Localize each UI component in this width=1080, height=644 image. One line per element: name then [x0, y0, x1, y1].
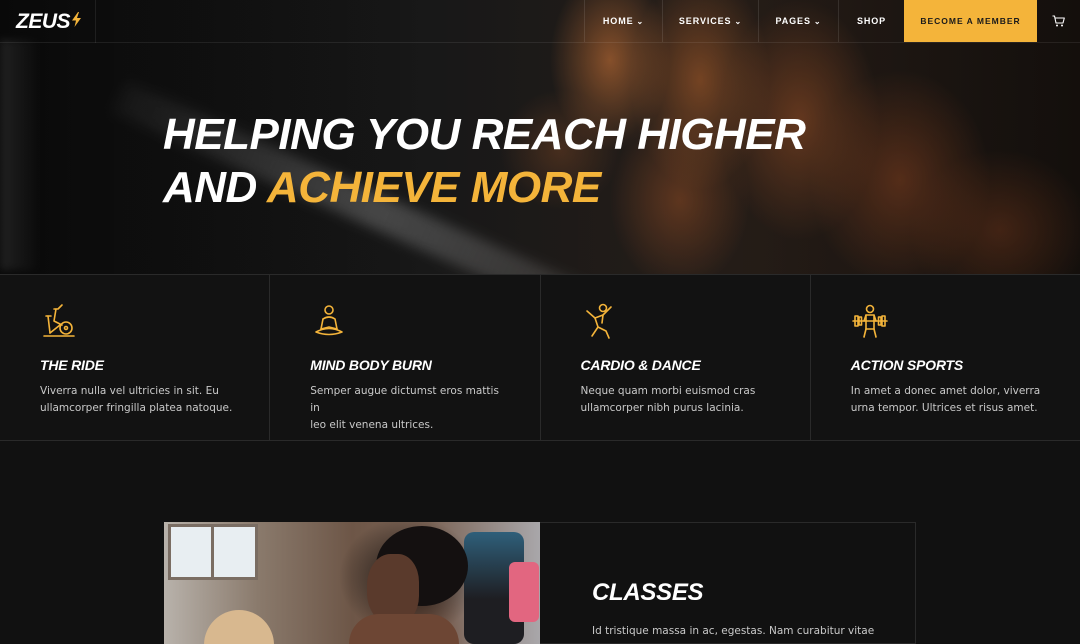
feature-title: THE RIDE	[40, 357, 104, 373]
main-nav: HOME ⌄ SERVICES ⌄ PAGES ⌄ SHOP BECOME A …	[584, 0, 1080, 42]
feature-description-line-2: ullamcorper fringilla platea natoque.	[40, 402, 233, 414]
feature-card-action-sports: ACTION SPORTS In amet a donec amet dolor…	[811, 275, 1080, 440]
chevron-down-icon: ⌄	[636, 16, 645, 26]
classes-panel: CLASSES Id tristique massa in ac, egesta…	[540, 522, 916, 644]
nav-item-label: PAGES	[775, 16, 811, 26]
features-section: THE RIDE Viverra nulla vel ultricies in …	[0, 274, 1080, 441]
feature-description-line-1: Neque quam morbi euismod cras	[580, 385, 756, 397]
nav-item-label: HOME	[602, 16, 634, 26]
feature-card-cardio-dance: CARDIO & DANCE Neque quam morbi euismod …	[541, 275, 811, 440]
nav-item-shop[interactable]: SHOP	[838, 0, 904, 42]
hero-title-prefix: AND	[163, 163, 257, 212]
person-body	[349, 614, 459, 644]
feature-card-mind-body-burn: MIND BODY BURN Semper augue dictumst ero…	[270, 275, 541, 440]
feature-description-line-1: Semper augue dictumst eros mattis in	[310, 385, 499, 414]
feature-description-line-2: ullamcorper nibh purus lacinia.	[580, 402, 744, 414]
exercise-bike-icon	[43, 304, 75, 337]
nav-item-label: SERVICES	[678, 16, 732, 26]
classes-title: CLASSES	[592, 579, 704, 606]
logo[interactable]: ZEUS	[0, 0, 96, 43]
nav-item-label: SHOP	[856, 16, 887, 26]
chevron-down-icon: ⌄	[734, 16, 743, 26]
lightning-bolt-icon	[71, 12, 82, 31]
dancer-icon	[585, 303, 612, 339]
window	[168, 524, 258, 580]
nav-item-home[interactable]: HOME ⌄	[584, 0, 662, 42]
person-photo-blur	[509, 562, 539, 622]
hero-title-accent: ACHIEVE MORE	[266, 163, 601, 212]
classes-description: Id tristique massa in ac, egestas. Nam c…	[592, 625, 875, 637]
feature-description-line-2: urna tempor. Ultrices et risus amet.	[850, 402, 1038, 414]
nav-item-pages[interactable]: PAGES ⌄	[758, 0, 838, 42]
cart-button[interactable]	[1037, 0, 1080, 42]
classes-section: CLASSES Id tristique massa in ac, egesta…	[164, 522, 916, 644]
feature-card-the-ride: THE RIDE Viverra nulla vel ultricies in …	[0, 275, 271, 440]
feature-description-line-1: In amet a donec amet dolor, viverra	[850, 385, 1041, 397]
feature-title: CARDIO & DANCE	[580, 357, 701, 373]
feature-description-line-2: leo elit venena ultrices.	[310, 419, 434, 431]
classes-photo	[164, 522, 540, 644]
weightlifter-icon	[851, 304, 888, 338]
cart-icon	[1052, 12, 1065, 31]
nav-item-services[interactable]: SERVICES ⌄	[662, 0, 758, 42]
hero-title: HELPING YOU REACH HIGHER AND ACHIEVE MOR…	[163, 108, 806, 214]
feature-description-line-1: Viverra nulla vel ultricies in sit. Eu	[40, 385, 219, 397]
chevron-down-icon: ⌄	[813, 16, 822, 26]
feature-title: ACTION SPORTS	[850, 357, 964, 373]
meditation-icon	[315, 305, 344, 336]
hero-title-line1: HELPING YOU REACH HIGHER	[163, 110, 806, 159]
feature-description: Viverra nulla vel ultricies in sit. Eu u…	[40, 383, 240, 417]
feature-title: MIND BODY BURN	[310, 357, 432, 373]
feature-description: In amet a donec amet dolor, viverra urna…	[851, 383, 1051, 417]
site-header: ZEUS HOME ⌄ SERVICES ⌄ PAGES ⌄ SHOP BECO…	[0, 0, 1080, 43]
logo-text: ZEUS	[16, 9, 71, 33]
become-member-button[interactable]: BECOME A MEMBER	[904, 0, 1037, 42]
feature-description: Semper augue dictumst eros mattis in leo…	[310, 383, 510, 434]
person-photo-blur	[204, 610, 274, 644]
feature-description: Neque quam morbi euismod cras ullamcorpe…	[581, 383, 781, 417]
